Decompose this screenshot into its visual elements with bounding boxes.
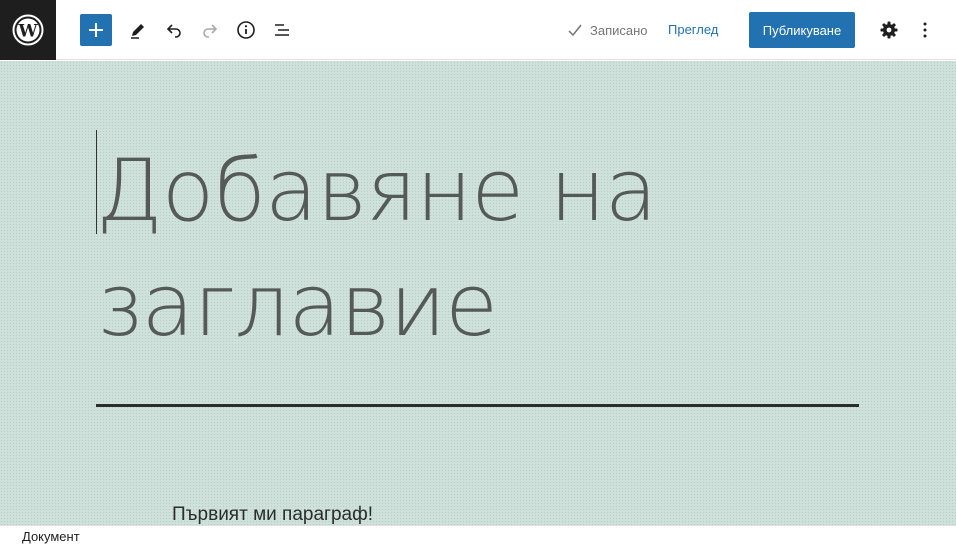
wordpress-logo-button[interactable]: W xyxy=(0,0,56,60)
separator-block[interactable] xyxy=(96,404,859,407)
options-button[interactable] xyxy=(909,14,941,46)
add-block-button[interactable] xyxy=(80,14,112,46)
svg-text:W: W xyxy=(17,21,38,41)
info-icon xyxy=(237,21,255,39)
redo-icon xyxy=(203,24,218,38)
editor-header: W Записано Преглед Публикуване xyxy=(0,0,956,60)
post-title-input[interactable]: Добавяне на заглавие xyxy=(96,134,856,364)
undo-button[interactable] xyxy=(158,14,190,46)
saved-label: Записано xyxy=(590,22,648,38)
undo-icon xyxy=(166,24,181,38)
editor-canvas: Добавяне на заглавие Първият ми параграф… xyxy=(0,61,956,525)
block-breadcrumb: Документ xyxy=(0,525,956,546)
paragraph-block[interactable]: Първият ми параграф! xyxy=(172,502,373,525)
pencil-icon xyxy=(131,24,144,39)
plus-icon xyxy=(89,23,103,37)
list-view-icon xyxy=(275,24,289,36)
details-button[interactable] xyxy=(230,14,262,46)
wordpress-icon: W xyxy=(12,14,44,45)
breadcrumb-document[interactable]: Документ xyxy=(22,529,80,544)
publish-button[interactable]: Публикуване xyxy=(749,12,855,48)
redo-button[interactable] xyxy=(194,14,226,46)
list-view-button[interactable] xyxy=(266,14,298,46)
gear-icon xyxy=(880,21,898,39)
preview-button[interactable]: Преглед xyxy=(668,20,718,40)
settings-button[interactable] xyxy=(873,14,905,46)
saved-status: Записано xyxy=(566,20,648,40)
tools-button[interactable] xyxy=(122,14,154,46)
check-icon xyxy=(568,24,582,37)
more-vertical-icon xyxy=(923,22,927,38)
